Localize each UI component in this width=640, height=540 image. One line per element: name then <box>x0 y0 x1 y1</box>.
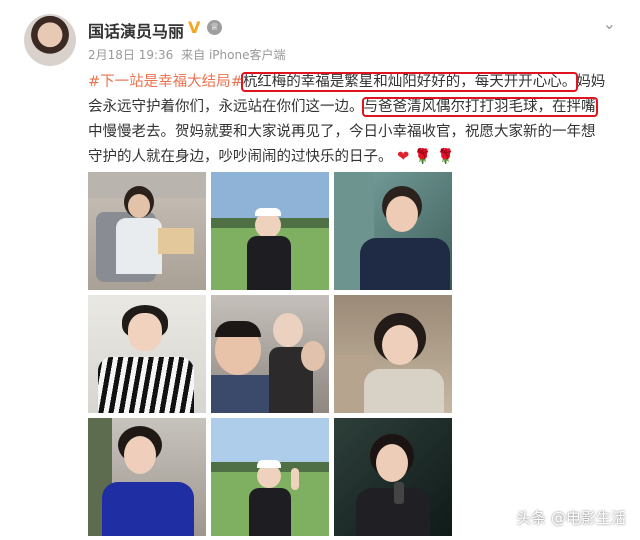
text-line3: 中慢慢老去。贺妈就要和大家说再见了，今日小幸福收官，祝愿大家新的一年想 <box>88 124 596 140</box>
post-source: 来自 iPhone客户端 <box>181 48 286 62</box>
highlight-box-1: 杭红梅的幸福是繁星和灿阳好好的，每天开开心心。 <box>240 72 579 92</box>
heart-emoji: ❤ <box>397 149 410 165</box>
photo-5[interactable] <box>211 295 329 413</box>
avatar[interactable] <box>24 14 76 66</box>
photo-9[interactable] <box>334 418 452 536</box>
username[interactable]: 国话演员马丽 <box>88 18 184 42</box>
post-text: #下一站是幸福大结局#杭红梅的幸福是繁星和灿阳好好的，每天开开心心。妈妈 会永远… <box>88 70 628 170</box>
photo-4[interactable] <box>88 295 206 413</box>
photo-grid <box>88 172 452 536</box>
chevron-down-icon[interactable]: ⌄ <box>603 14 616 33</box>
photo-8[interactable] <box>211 418 329 536</box>
rose-emoji: 🌹 <box>413 149 432 165</box>
watermark: 头条 @电影生活 <box>516 509 626 527</box>
photo-3[interactable] <box>334 172 452 290</box>
text-line1-tail: 妈妈 <box>576 74 606 90</box>
text-line2-head: 会永远守护着你们，永远站在你们这一边。 <box>88 99 364 115</box>
rose-emoji: 🌹 <box>436 149 455 165</box>
verified-v-icon: V <box>188 18 201 37</box>
post-date[interactable]: 2月18日 19:36 <box>88 48 173 62</box>
photo-6[interactable] <box>334 295 452 413</box>
highlight-box-2: 与爸爸清风偶尔打打羽毛球，在拌嘴 <box>361 97 598 117</box>
photo-2[interactable] <box>211 172 329 290</box>
photo-7[interactable] <box>88 418 206 536</box>
post-meta: 2月18日 19:36 来自 iPhone客户端 <box>88 46 289 63</box>
member-badge-icon: ♕ <box>207 20 222 35</box>
text-line4: 守护的人就在身边，吵吵闹闹的过快乐的日子。 <box>88 149 393 165</box>
photo-1[interactable] <box>88 172 206 290</box>
hashtag-link[interactable]: #下一站是幸福大结局# <box>88 74 243 90</box>
